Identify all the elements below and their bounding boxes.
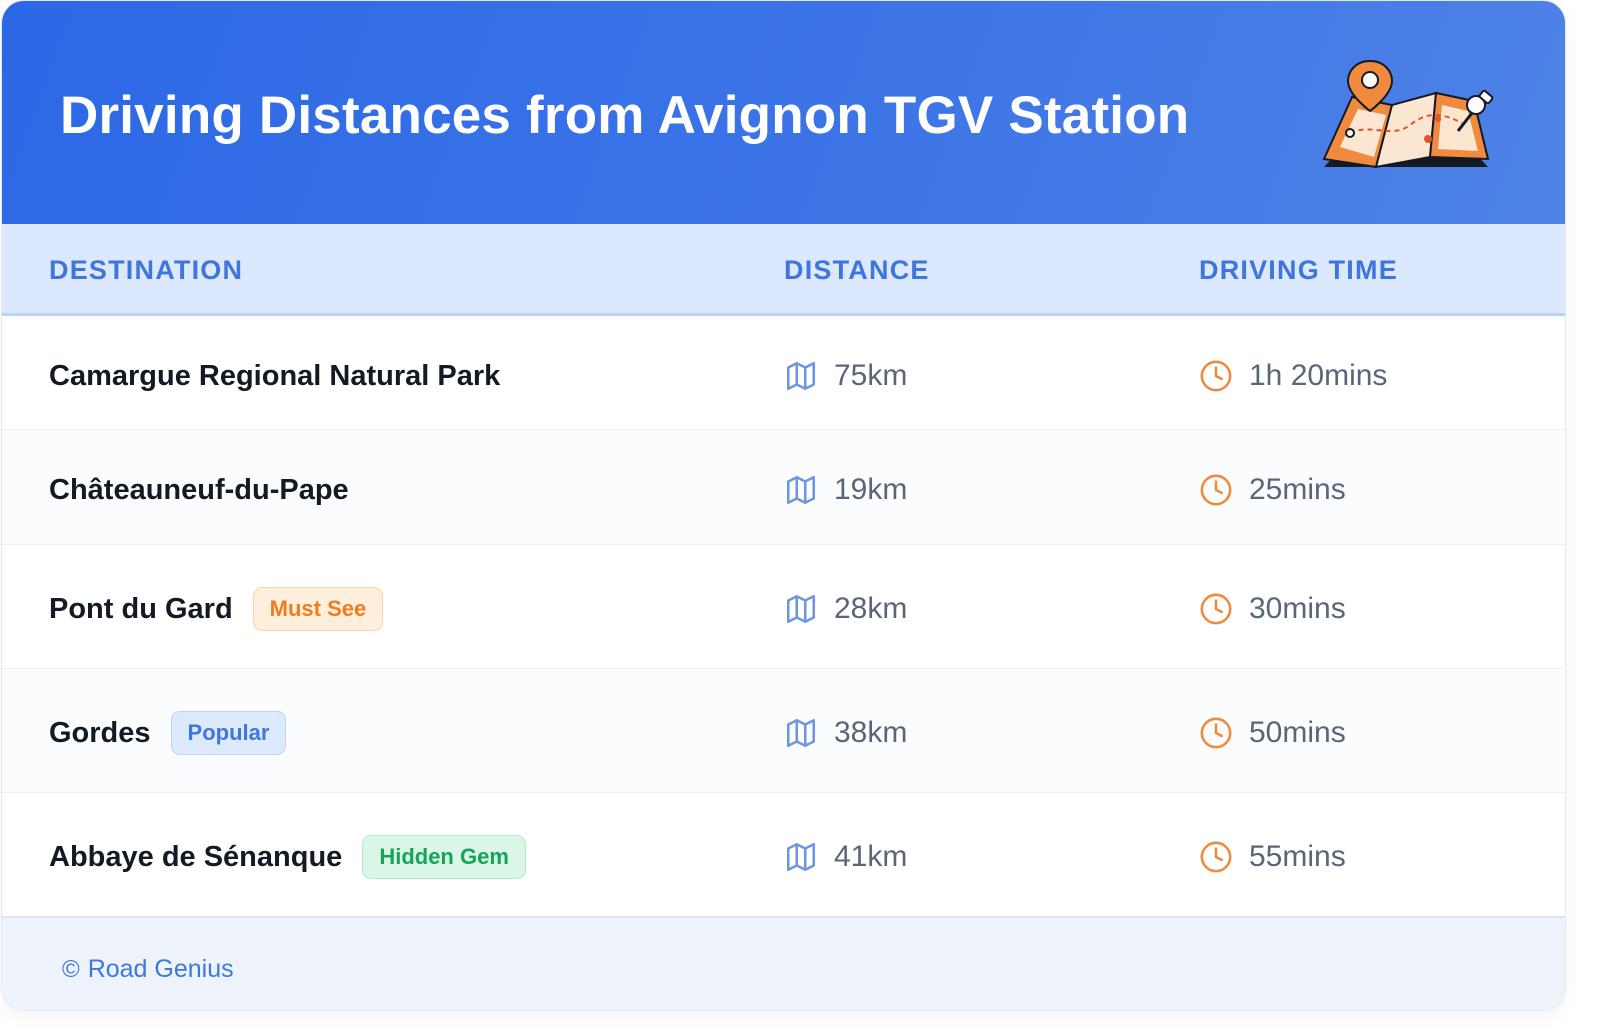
destination-cell: Châteauneuf-du-Pape <box>49 467 349 513</box>
popular-badge: Popular <box>170 711 287 755</box>
map-icon <box>786 718 816 748</box>
map-icon <box>786 361 816 391</box>
time-value: 1h 20mins <box>1249 359 1388 392</box>
page-title: Driving Distances from Avignon TGV Stati… <box>60 86 1190 145</box>
distance-value: 28km <box>834 592 908 625</box>
copyright-icon: © <box>62 955 80 983</box>
map-icon <box>786 594 816 624</box>
destination-name: Camargue Regional Natural Park <box>49 359 501 392</box>
time-value: 55mins <box>1249 840 1346 873</box>
time-cell: 25mins <box>1199 467 1346 513</box>
time-value: 30mins <box>1249 592 1346 625</box>
clock-icon <box>1200 360 1232 392</box>
destination-cell: Pont du Gard Must See <box>49 586 384 632</box>
distance-cell: 28km <box>784 586 907 632</box>
hidden-gem-badge: Hidden Gem <box>362 835 526 879</box>
table-row[interactable]: Pont du Gard Must See 28km 30mins <box>2 546 1565 669</box>
column-header-destination[interactable]: DESTINATION <box>49 255 243 286</box>
header-banner: Driving Distances from Avignon TGV Stati… <box>2 1 1565 224</box>
column-header-driving-time[interactable]: DRIVING TIME <box>1199 255 1398 286</box>
distance-table-card: Driving Distances from Avignon TGV Stati… <box>2 1 1565 1010</box>
destination-name: Abbaye de Sénanque <box>49 840 343 873</box>
destination-name: Châteauneuf-du-Pape <box>49 473 349 506</box>
distance-value: 41km <box>834 840 908 873</box>
time-cell: 55mins <box>1199 834 1346 880</box>
distance-cell: 41km <box>784 834 907 880</box>
copyright-credit[interactable]: © Road Genius <box>62 955 234 984</box>
destination-name: Pont du Gard <box>49 592 233 625</box>
table-row[interactable]: Châteauneuf-du-Pape 19km 25mins <box>2 431 1565 545</box>
table-row[interactable]: Camargue Regional Natural Park 75km 1h 2… <box>2 319 1565 430</box>
time-cell: 50mins <box>1199 710 1346 756</box>
clock-icon <box>1200 593 1232 625</box>
destination-cell: Abbaye de Sénanque Hidden Gem <box>49 834 526 880</box>
brand-name: Road Genius <box>87 955 234 983</box>
distance-value: 19km <box>834 473 908 506</box>
destination-name: Gordes <box>49 716 151 749</box>
footer: © Road Genius <box>2 916 1565 1010</box>
distance-cell: 75km <box>784 353 907 399</box>
map-icon <box>786 475 816 505</box>
time-value: 50mins <box>1249 716 1346 749</box>
clock-icon <box>1200 474 1232 506</box>
column-header-distance[interactable]: DISTANCE <box>784 255 930 286</box>
distance-value: 38km <box>834 716 908 749</box>
table-row[interactable]: Abbaye de Sénanque Hidden Gem 41km 55min… <box>2 794 1565 916</box>
map-icon <box>786 842 816 872</box>
time-value: 25mins <box>1249 473 1346 506</box>
clock-icon <box>1200 717 1232 749</box>
time-cell: 30mins <box>1199 586 1346 632</box>
distance-cell: 38km <box>784 710 907 756</box>
distance-cell: 19km <box>784 467 907 513</box>
destination-cell: Camargue Regional Natural Park <box>49 353 500 399</box>
table-header: DESTINATION DISTANCE DRIVING TIME <box>2 224 1565 316</box>
destination-cell: Gordes Popular <box>49 710 287 756</box>
distance-value: 75km <box>834 359 908 392</box>
time-cell: 1h 20mins <box>1199 353 1387 399</box>
clock-icon <box>1200 841 1232 873</box>
must-see-badge: Must See <box>252 587 384 631</box>
table-row[interactable]: Gordes Popular 38km 50mins <box>2 670 1565 793</box>
map-illustration-icon <box>1322 59 1494 169</box>
